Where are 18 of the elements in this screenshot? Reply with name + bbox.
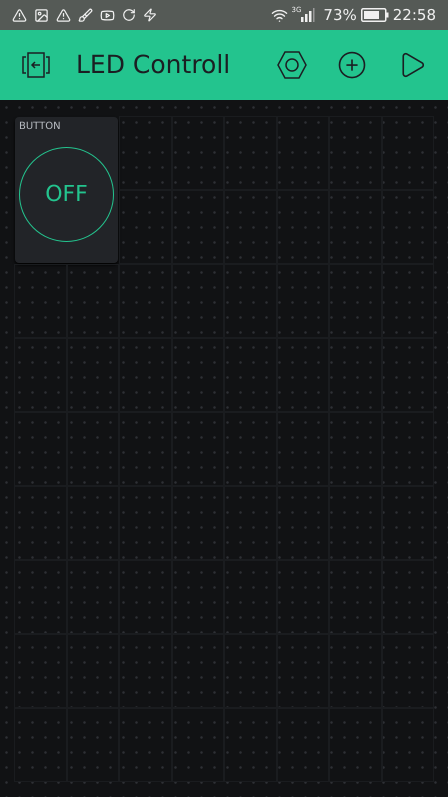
settings-icon — [276, 50, 308, 80]
refresh-icon — [122, 8, 136, 22]
warning-icon — [12, 8, 27, 22]
project-title: LED Controll — [76, 49, 230, 82]
toggle-button[interactable]: OFF — [19, 146, 114, 242]
image-icon — [34, 8, 49, 22]
warning-icon — [56, 8, 71, 22]
battery-percent: 73% — [323, 4, 357, 26]
settings-button[interactable] — [276, 49, 308, 81]
clock: 22:58 — [392, 4, 436, 26]
widget-label: BUTTON — [19, 121, 62, 133]
video-icon — [100, 8, 115, 22]
battery-icon — [360, 8, 389, 22]
signal-icon — [301, 8, 316, 22]
add-widget-button[interactable] — [336, 49, 368, 81]
brush-icon — [78, 8, 93, 22]
add-icon — [337, 50, 367, 80]
bolt-icon — [143, 8, 157, 22]
